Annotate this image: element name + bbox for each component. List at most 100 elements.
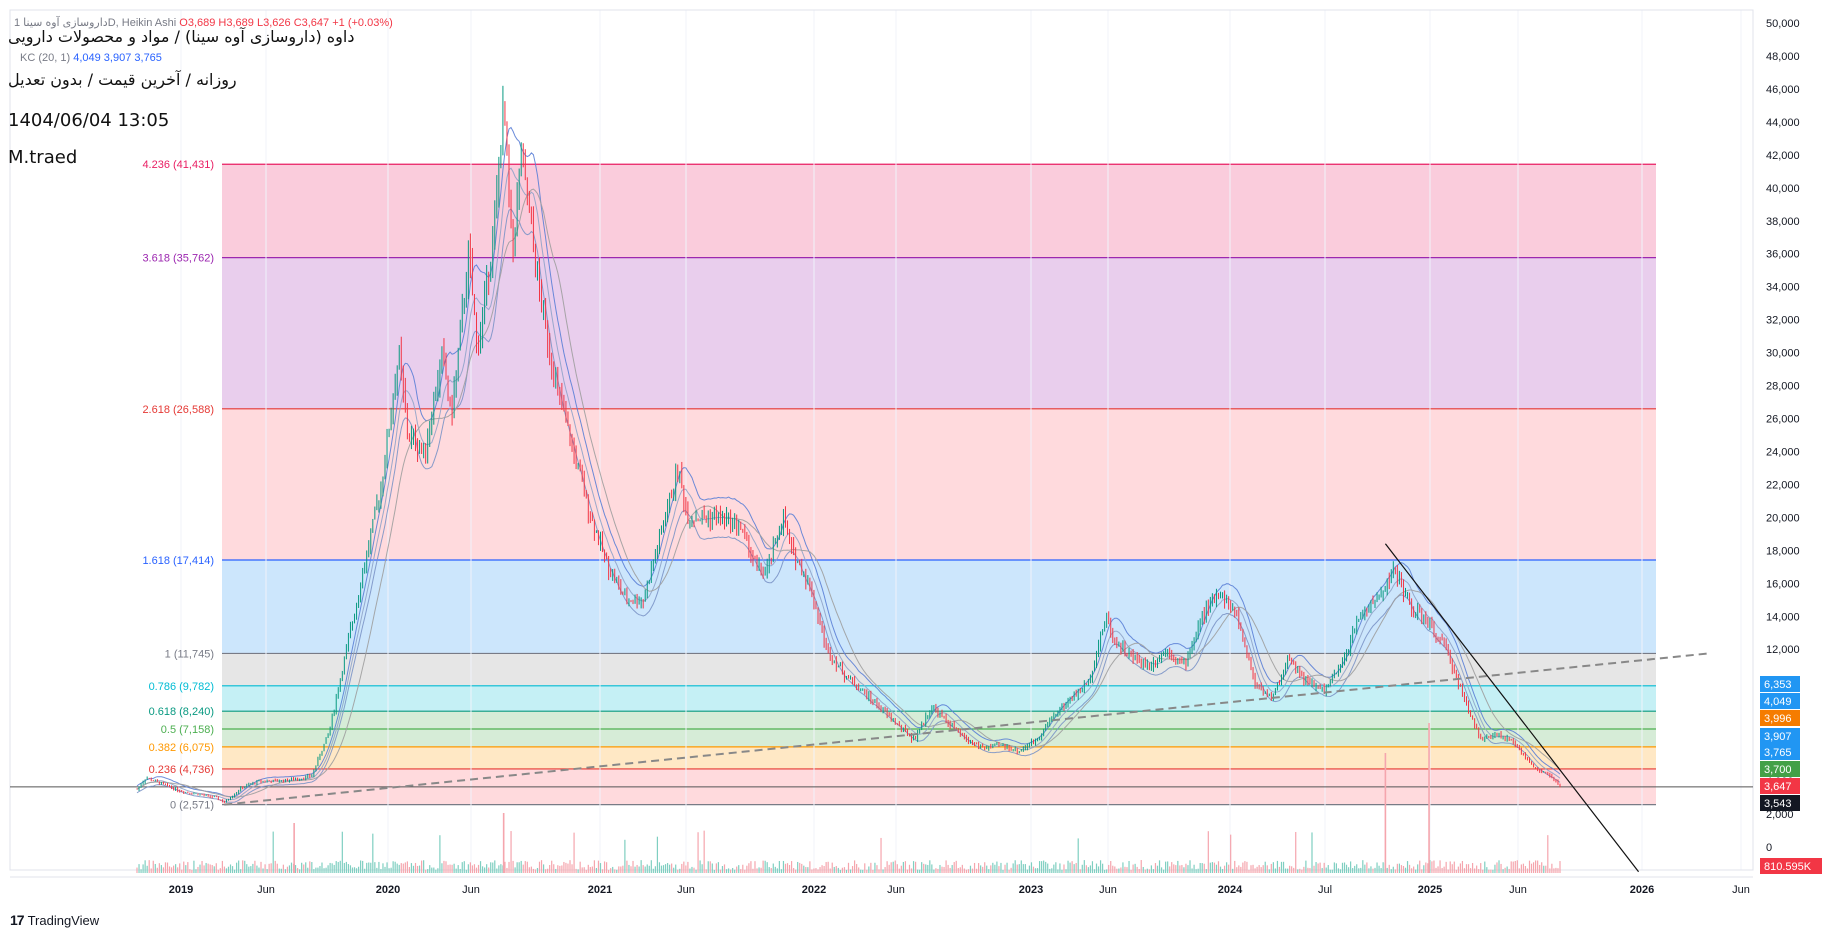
volume-bar — [587, 864, 589, 873]
volume-bar — [345, 861, 347, 873]
volume-bar — [1382, 862, 1384, 873]
volume-bar — [671, 863, 673, 873]
volume-bar — [1315, 862, 1317, 873]
volume-bar — [166, 862, 169, 873]
volume-bar — [553, 864, 555, 873]
volume-bar — [1230, 834, 1232, 873]
volume-bar — [664, 864, 667, 873]
volume-bar — [1134, 863, 1136, 873]
volume-bar — [545, 869, 547, 873]
y-tick-label: 0 — [1766, 842, 1772, 854]
volume-bar — [1528, 860, 1531, 873]
volume-bar — [360, 860, 362, 873]
volume-bar — [689, 868, 691, 873]
tradingview-logo[interactable]: 17 TradingView — [10, 912, 99, 928]
volume-bar — [947, 864, 949, 873]
volume-bar — [1289, 865, 1291, 873]
volume-bar — [370, 862, 372, 873]
y-tick-label: 30,000 — [1766, 348, 1800, 360]
volume-bar — [439, 835, 441, 873]
volume-bar — [890, 862, 892, 873]
volume-bar — [1250, 865, 1252, 873]
volume-bar — [1284, 868, 1287, 873]
volume-bar — [1404, 867, 1407, 873]
volume-bar — [774, 866, 776, 873]
volume-bar — [939, 864, 941, 873]
volume-bar — [343, 862, 345, 873]
volume-bar — [1311, 832, 1313, 873]
volume-bar — [388, 868, 390, 873]
volume-bar — [996, 861, 998, 873]
volume-bar — [376, 867, 378, 873]
volume-bar — [603, 861, 606, 873]
y-tick-label: 16,000 — [1766, 578, 1800, 590]
volume-bar — [725, 869, 728, 873]
volume-bar — [589, 867, 591, 873]
volume-bar — [646, 864, 648, 873]
volume-bar — [738, 865, 740, 873]
volume-bar — [236, 862, 238, 873]
volume-bar — [477, 864, 480, 873]
volume-bar — [866, 869, 868, 873]
volume-bar — [858, 867, 860, 873]
volume-bar — [768, 867, 770, 873]
volume-bar — [1008, 869, 1010, 873]
volume-bar — [201, 861, 203, 873]
volume-bar — [851, 866, 854, 873]
kc-upper: 4,049 — [73, 52, 101, 64]
volume-bar — [801, 863, 803, 873]
fib-label-8: 0.382 (6,075) — [149, 742, 214, 754]
volume-bar — [1165, 861, 1167, 873]
volume-bar — [498, 865, 500, 873]
x-tick-label: 2025 — [1418, 884, 1442, 896]
volume-bar — [1484, 861, 1486, 873]
volume-bar — [782, 860, 785, 873]
volume-bar — [815, 868, 817, 873]
volume-bar — [364, 868, 366, 873]
volume-spike — [293, 823, 295, 873]
volume-bar — [823, 866, 825, 873]
volume-bar — [465, 869, 467, 873]
volume-bar — [945, 860, 947, 873]
volume-bar — [390, 867, 392, 873]
volume-bar — [1051, 868, 1053, 873]
volume-bar — [902, 861, 904, 873]
x-tick-label: 2021 — [588, 884, 612, 896]
volume-bar — [179, 863, 181, 873]
volume-bar — [1207, 831, 1209, 873]
volume-bar — [1114, 866, 1116, 873]
volume-bar — [276, 863, 278, 873]
volume-bar — [1408, 864, 1411, 873]
volume-bar — [921, 862, 923, 873]
volume-bar — [481, 866, 484, 873]
volume-bar — [1335, 863, 1337, 873]
volume-bar — [1522, 863, 1525, 873]
volume-bar — [1183, 867, 1185, 873]
volume-bar — [1341, 862, 1344, 873]
volume-bar — [1276, 860, 1279, 873]
volume-bar — [469, 862, 471, 873]
volume-bar — [571, 864, 573, 873]
volume-bar — [335, 861, 337, 873]
volume-bar — [679, 868, 681, 873]
volume-bar — [658, 862, 661, 873]
volume-bar — [1038, 861, 1041, 873]
volume-bar — [1116, 868, 1118, 873]
volume-bar — [1286, 868, 1289, 873]
volume-bar — [597, 860, 600, 873]
volume-bar — [1169, 866, 1171, 873]
volume-bar — [829, 868, 831, 873]
volume-bar — [754, 861, 756, 873]
volume-bar — [400, 863, 402, 873]
time-axis[interactable]: 2019 Jun 2020 Jun 2021 Jun 2022 Jun 2023 Jun 2024 J… — [10, 876, 1753, 896]
y-tick-label: 22,000 — [1766, 479, 1800, 491]
y-tick-label: 44,000 — [1766, 117, 1800, 129]
volume-bar — [168, 866, 171, 873]
volume-bar — [1036, 868, 1039, 873]
volume-bar — [191, 869, 193, 873]
volume-bar — [748, 863, 750, 873]
volume-bar — [1362, 860, 1364, 873]
chart-canvas[interactable]: 4.236 (41,431) 3.618 (35,762) 2.618 (26,58… — [0, 0, 1836, 937]
volume-bar — [652, 868, 654, 873]
volume-bar — [614, 869, 616, 873]
